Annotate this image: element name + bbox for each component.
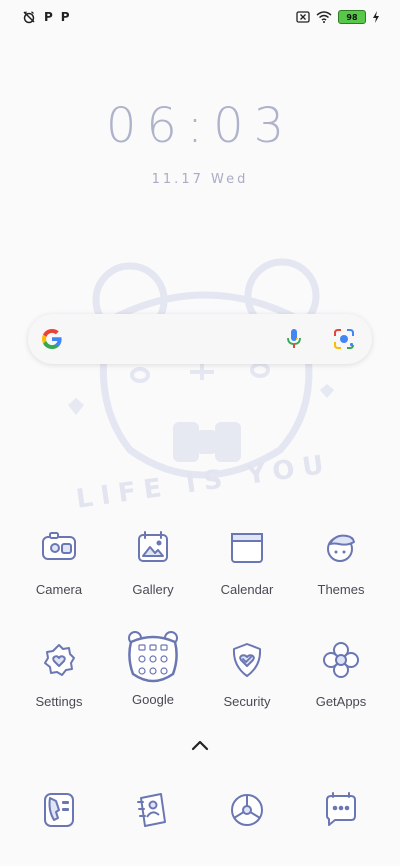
- messages-icon: [326, 792, 356, 826]
- themes-icon: [327, 534, 355, 562]
- dock-browser[interactable]: [202, 788, 292, 832]
- wifi-icon: [316, 11, 332, 23]
- contacts-icon: [137, 793, 166, 827]
- app-label: Themes: [317, 582, 365, 597]
- gallery-icon: [138, 531, 168, 562]
- security-icon: [232, 643, 262, 677]
- google-search-bar[interactable]: [28, 314, 372, 364]
- app-themes[interactable]: Themes: [296, 524, 386, 597]
- battery-icon: 98: [338, 10, 366, 24]
- chevron-up-icon[interactable]: [190, 738, 210, 752]
- dock-phone[interactable]: [14, 788, 104, 832]
- status-left: P P: [22, 10, 70, 24]
- app-label: Google: [132, 692, 174, 707]
- charging-icon: [373, 11, 379, 23]
- app-getapps[interactable]: GetApps: [296, 636, 386, 709]
- app-label: GetApps: [315, 694, 367, 709]
- app-settings[interactable]: Settings: [14, 636, 104, 709]
- google-lens-icon[interactable]: [333, 328, 355, 350]
- status-bar: P P 98: [0, 0, 400, 36]
- wallpaper-text: LIFE IS YOU: [74, 449, 333, 515]
- app-google-folder[interactable]: Google: [108, 628, 198, 707]
- app-label: Camera: [35, 582, 83, 597]
- app-camera[interactable]: Camera: [14, 524, 104, 597]
- microphone-icon[interactable]: [285, 328, 303, 350]
- google-folder-icon: [128, 631, 178, 683]
- app-label: Calendar: [220, 582, 274, 597]
- settings-icon: [44, 644, 75, 676]
- clock-time[interactable]: 06:03: [0, 98, 400, 154]
- no-sim-icon: [296, 11, 310, 23]
- wallpaper-bear-illustration: LIFE IS YOU: [68, 258, 334, 515]
- status-right: 98: [296, 10, 380, 24]
- browser-icon: [231, 794, 263, 826]
- dock-contacts[interactable]: [108, 788, 198, 832]
- google-g-icon[interactable]: [40, 327, 64, 351]
- camera-icon: [42, 532, 76, 560]
- getapps-icon: [323, 642, 359, 678]
- app-gallery[interactable]: Gallery: [108, 524, 198, 597]
- dock-messages[interactable]: [296, 788, 386, 832]
- phone-icon: [44, 793, 74, 827]
- parking-icon: P: [60, 10, 70, 24]
- app-label: Settings: [35, 694, 83, 709]
- app-label: Gallery: [132, 582, 174, 597]
- clock-date[interactable]: 11.17 Wed: [0, 172, 400, 187]
- app-calendar[interactable]: Calendar: [202, 524, 292, 597]
- alarm-off-icon: [23, 11, 35, 24]
- app-security[interactable]: Security: [202, 636, 292, 709]
- parking-icon: P: [44, 10, 53, 24]
- app-label: Security: [223, 694, 271, 709]
- calendar-icon: [231, 533, 263, 563]
